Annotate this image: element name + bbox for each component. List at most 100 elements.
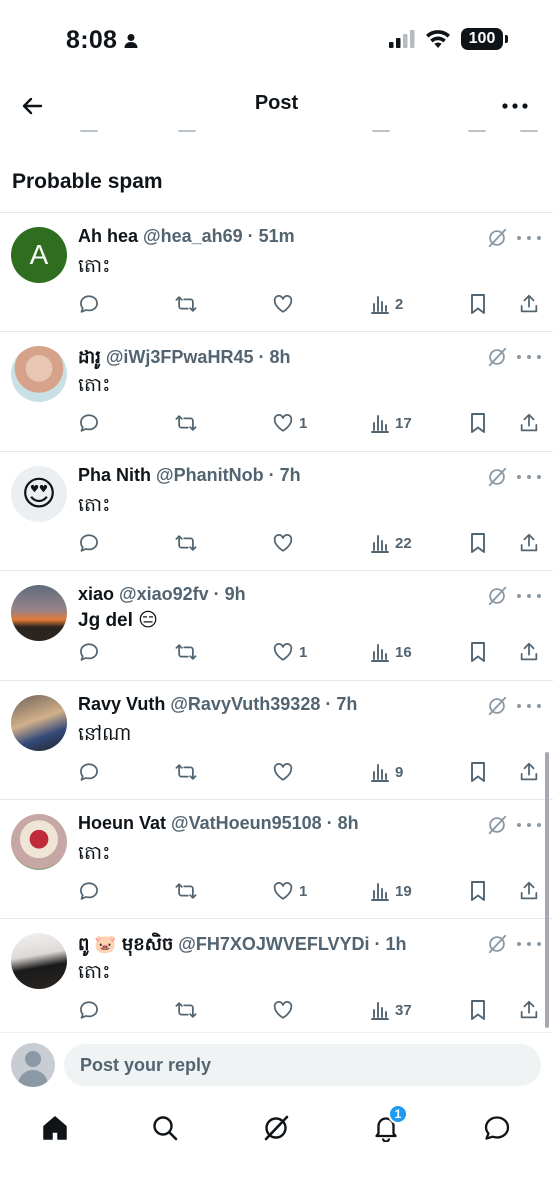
- bookmark-icon: [471, 881, 485, 901]
- views-button[interactable]: 2: [370, 290, 403, 318]
- bookmark-button[interactable]: [468, 877, 488, 905]
- author-handle[interactable]: @xiao92fv: [119, 584, 209, 604]
- more-icon[interactable]: [517, 227, 541, 249]
- avatar[interactable]: [11, 346, 67, 402]
- views-button[interactable]: 9: [370, 758, 403, 786]
- grok-icon[interactable]: [486, 933, 508, 955]
- like-button[interactable]: [272, 996, 299, 1024]
- more-icon[interactable]: [517, 466, 541, 488]
- bookmark-button[interactable]: [468, 996, 488, 1024]
- bookmark-button[interactable]: [468, 529, 488, 557]
- like-button[interactable]: 1: [272, 409, 307, 437]
- share-icon: [520, 1000, 538, 1019]
- reply-item[interactable]: Ravy Vuth @RavyVuth39328 · 7h នៅណា 9: [0, 680, 553, 799]
- reply-button[interactable]: [78, 996, 100, 1024]
- my-avatar[interactable]: [11, 1043, 55, 1087]
- status-time-text: 8:08: [66, 26, 118, 54]
- reply-item[interactable]: ដារូ @iWj3FPwaHR45 · 8h តោះ 1 17: [0, 331, 553, 451]
- nav-messages[interactable]: [477, 1108, 517, 1148]
- author-name[interactable]: Ah hea: [78, 226, 138, 246]
- repost-button[interactable]: [174, 996, 198, 1024]
- repost-button[interactable]: [174, 877, 198, 905]
- bookmark-button[interactable]: [468, 290, 488, 318]
- reply-input[interactable]: Post your reply: [64, 1044, 541, 1086]
- share-button[interactable]: [518, 409, 540, 437]
- reply-item[interactable]: A Ah hea @hea_ah69 · 51m តោះ 2: [0, 212, 553, 331]
- author-name[interactable]: xiao: [78, 584, 114, 604]
- views-button[interactable]: 19: [370, 877, 412, 905]
- repost-button[interactable]: [174, 638, 198, 666]
- repost-button[interactable]: [174, 529, 198, 557]
- reply-button[interactable]: [78, 877, 100, 905]
- share-button[interactable]: [518, 290, 540, 318]
- avatar[interactable]: [11, 933, 67, 989]
- author-name[interactable]: ដារូ: [78, 347, 101, 367]
- avatar[interactable]: [11, 814, 67, 870]
- avatar[interactable]: [11, 585, 67, 641]
- grok-icon[interactable]: [486, 227, 508, 249]
- author-name[interactable]: ពូ 🐷 មុខសិច: [78, 934, 173, 954]
- more-icon[interactable]: [517, 695, 541, 717]
- reply-header: Ah hea @hea_ah69 · 51m: [78, 226, 295, 246]
- share-button[interactable]: [518, 996, 540, 1024]
- avatar[interactable]: [11, 695, 67, 751]
- like-button[interactable]: [272, 529, 299, 557]
- views-button[interactable]: 16: [370, 638, 412, 666]
- reply-item[interactable]: 😍 Pha Nith @PhanitNob · 7h តោះ 22: [0, 451, 553, 570]
- reply-button[interactable]: [78, 758, 100, 786]
- bookmark-button[interactable]: [468, 409, 488, 437]
- views-button[interactable]: 37: [370, 996, 412, 1024]
- more-icon[interactable]: [517, 585, 541, 607]
- author-handle[interactable]: @hea_ah69: [143, 226, 243, 246]
- more-icon[interactable]: [517, 814, 541, 836]
- grok-icon[interactable]: [486, 585, 508, 607]
- author-name[interactable]: Hoeun Vat: [78, 813, 166, 833]
- grok-icon[interactable]: [486, 346, 508, 368]
- more-icon[interactable]: [517, 933, 541, 955]
- scrollbar[interactable]: [545, 752, 549, 1028]
- repost-button[interactable]: [174, 758, 198, 786]
- author-handle[interactable]: @iWj3FPwaHR45: [106, 347, 254, 367]
- like-button[interactable]: [272, 758, 299, 786]
- avatar[interactable]: A: [11, 227, 67, 283]
- more-options-button[interactable]: [497, 88, 533, 124]
- share-button[interactable]: [518, 529, 540, 557]
- author-name[interactable]: Pha Nith: [78, 465, 151, 485]
- author-name[interactable]: Ravy Vuth: [78, 694, 165, 714]
- views-button[interactable]: 22: [370, 529, 412, 557]
- nav-search[interactable]: [145, 1108, 185, 1148]
- reply-button[interactable]: [78, 409, 100, 437]
- repost-button[interactable]: [174, 290, 198, 318]
- share-button[interactable]: [518, 758, 540, 786]
- repost-button[interactable]: [174, 409, 198, 437]
- wifi-icon: [426, 30, 450, 48]
- nav-home[interactable]: [35, 1108, 75, 1148]
- reply-text: Jg del 😑: [78, 610, 158, 631]
- reply-button[interactable]: [78, 638, 100, 666]
- grok-icon[interactable]: [486, 466, 508, 488]
- like-button[interactable]: 1: [272, 877, 307, 905]
- bookmark-button[interactable]: [468, 758, 488, 786]
- bookmark-button[interactable]: [468, 638, 488, 666]
- like-button[interactable]: 1: [272, 638, 307, 666]
- nav-notifications[interactable]: 1: [366, 1104, 408, 1148]
- reply-button[interactable]: [78, 290, 100, 318]
- grok-icon[interactable]: [486, 695, 508, 717]
- like-button[interactable]: [272, 290, 299, 318]
- avatar[interactable]: 😍: [11, 466, 67, 522]
- reply-item[interactable]: Hoeun Vat @VatHoeun95108 · 8h តោះ 1 19: [0, 799, 553, 918]
- author-handle[interactable]: @RavyVuth39328: [170, 694, 320, 714]
- reply-item[interactable]: xiao @xiao92fv · 9h Jg del 😑 1 16: [0, 570, 553, 680]
- grok-icon[interactable]: [486, 814, 508, 836]
- views-button[interactable]: 17: [370, 409, 412, 437]
- reply-header: Hoeun Vat @VatHoeun95108 · 8h: [78, 813, 359, 833]
- reply-item[interactable]: ពូ 🐷 មុខសិច @FH7XOJWVEFLVYDi · 1h តោះ 37: [0, 918, 553, 1033]
- author-handle[interactable]: @FH7XOJWVEFLVYDi: [178, 934, 369, 954]
- share-button[interactable]: [518, 877, 540, 905]
- reply-button[interactable]: [78, 529, 100, 557]
- nav-grok[interactable]: [256, 1108, 296, 1148]
- author-handle[interactable]: @PhanitNob: [156, 465, 264, 485]
- more-icon[interactable]: [517, 346, 541, 368]
- author-handle[interactable]: @VatHoeun95108: [171, 813, 322, 833]
- share-button[interactable]: [518, 638, 540, 666]
